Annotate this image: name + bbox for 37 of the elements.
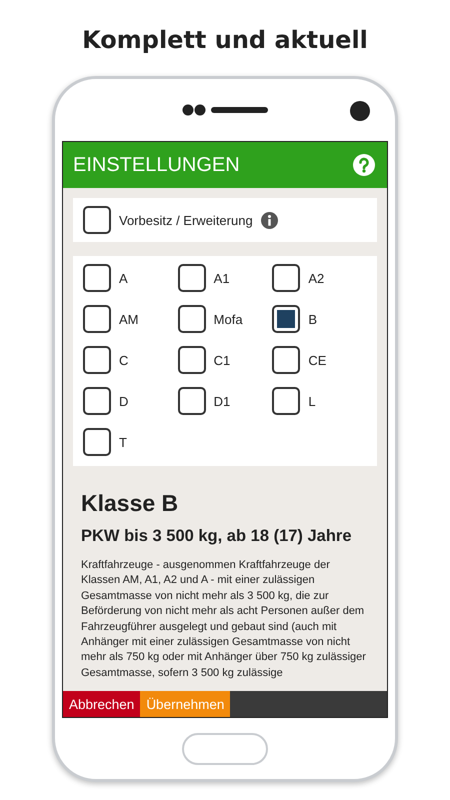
- class-title: Klasse B: [81, 490, 180, 517]
- checkbox-label: AM: [119, 312, 138, 326]
- checkbox[interactable]: [83, 428, 111, 456]
- checkbox[interactable]: [83, 264, 111, 292]
- class-description: Kraftfahrzeuge - ausgenommen Kraftfahrzeuge der Klassen AM, A1, A2 und A - mit einer zulässigen Gesamtmasse von nicht mehr als 3 500 kg, die zur Beförderung von nicht mehr als acht Personen außer dem Fahrzeugführer ausgelegt und gebaut sind (auch mit Anhänger mit einer zulässigen Gesamtmasse von nicht mehr als 750 kg oder mit Anhänger über 750 kg zulässiger Gesamtmasse, sofern 3 500 kg zulässige: [81, 558, 367, 681]
- checkbox-label: Vorbesitz / Erweiterung: [119, 212, 253, 228]
- checkbox-label: B: [308, 312, 317, 326]
- checkbox[interactable]: [178, 346, 206, 374]
- cancel-button[interactable]: Abbrechen: [63, 691, 140, 717]
- checkbox-label: C: [119, 352, 128, 368]
- checkbox-label: D: [119, 394, 128, 408]
- checkbox[interactable]: [83, 305, 111, 333]
- checkbox[interactable]: [83, 206, 111, 234]
- checkbox[interactable]: [178, 387, 206, 415]
- headline: Komplett und aktuell: [82, 26, 368, 56]
- checkbox-label: CE: [308, 352, 326, 368]
- help-icon[interactable]: [353, 154, 375, 176]
- checkbox-label: L: [308, 394, 316, 408]
- checkbox-label: T: [119, 434, 127, 450]
- info-icon[interactable]: [260, 212, 278, 228]
- checkbox[interactable]: [83, 387, 111, 415]
- checkbox[interactable]: [178, 305, 206, 333]
- class-subtitle: PKW bis 3 500 kg, ab 18 (17) Jahre: [81, 527, 353, 546]
- checkbox[interactable]: [83, 346, 111, 374]
- checkbox-label: A2: [308, 270, 324, 286]
- camera-icon: [350, 101, 370, 121]
- checkbox[interactable]: [178, 264, 206, 292]
- checkbox-label: A: [119, 270, 128, 286]
- checkbox-label: A1: [214, 270, 230, 286]
- header-title: EINSTELLUNGEN: [73, 154, 240, 176]
- checkbox-label: D1: [214, 394, 230, 408]
- checkbox[interactable]: [272, 264, 300, 292]
- checkbox-label: Mofa: [214, 312, 243, 326]
- checkbox[interactable]: [272, 346, 300, 374]
- checkbox-label: C1: [214, 352, 230, 368]
- checkbox[interactable]: [272, 305, 300, 333]
- checkbox[interactable]: [272, 387, 300, 415]
